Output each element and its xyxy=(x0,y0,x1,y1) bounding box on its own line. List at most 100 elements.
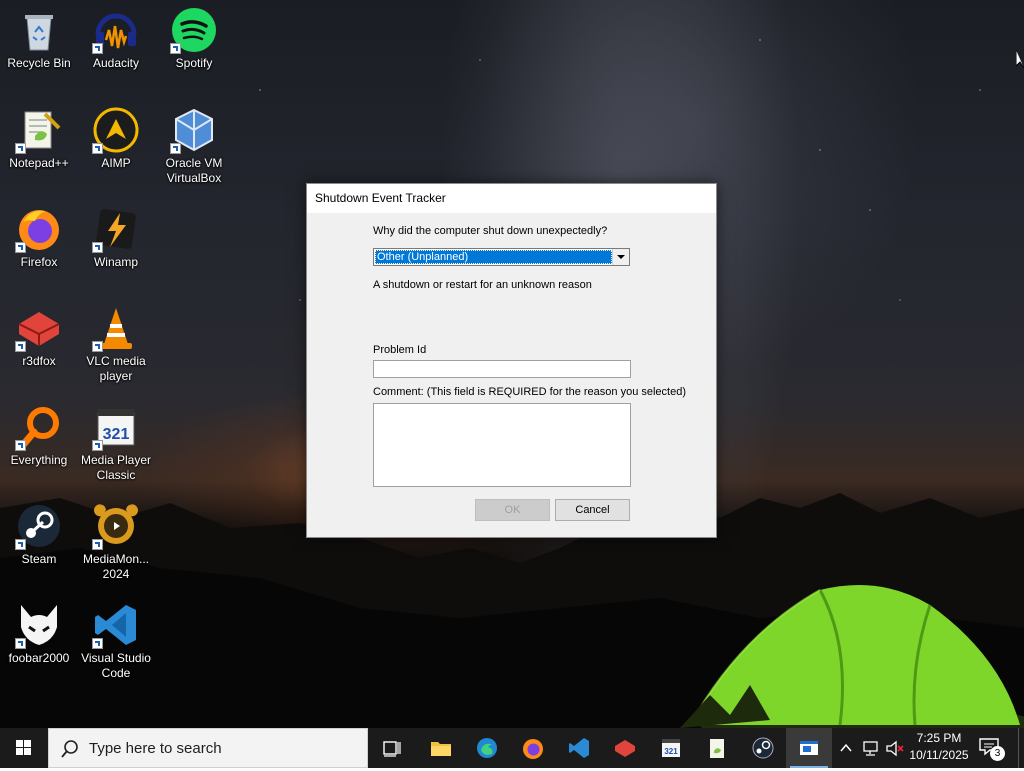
taskbar-vscode[interactable] xyxy=(556,728,602,768)
recycle-bin-icon xyxy=(15,6,63,54)
spotify-icon xyxy=(170,6,218,54)
clock-date: 10/11/2025 xyxy=(909,748,969,762)
taskbar-shutdown-event-tracker[interactable] xyxy=(786,728,832,768)
shortcut-arrow-icon xyxy=(15,341,26,352)
media-player-classic-icon: 321 xyxy=(662,739,680,757)
desktop-icon-spotify[interactable]: Spotify xyxy=(156,6,232,71)
taskbar-search-box[interactable]: Type here to search xyxy=(48,728,368,768)
everything-icon xyxy=(15,403,63,451)
shortcut-arrow-icon xyxy=(92,638,103,649)
reason-description: A shutdown or restart for an unknown rea… xyxy=(373,279,592,291)
desktop-icon-label: Oracle VM VirtualBox xyxy=(165,156,223,185)
desktop-icon-label: foobar2000 xyxy=(8,651,70,665)
audacity-icon xyxy=(92,6,140,54)
cancel-button[interactable]: Cancel xyxy=(555,499,630,521)
desktop-icon-firefox[interactable]: Firefox xyxy=(1,205,77,270)
desktop-icon-mpc[interactable]: 321 Media Player Classic xyxy=(78,403,154,483)
edge-icon xyxy=(477,738,497,758)
taskbar: Type here to search 321 7:25 PM 10/11/20… xyxy=(0,728,1024,768)
shortcut-arrow-icon xyxy=(15,440,26,451)
desktop-icon-r3dfox[interactable]: r3dfox xyxy=(1,304,77,369)
virtualbox-icon xyxy=(170,106,218,154)
desktop-icon-label: Firefox xyxy=(20,255,58,269)
desktop-icon-label: Spotify xyxy=(175,56,213,70)
desktop-icon-label: Steam xyxy=(21,552,57,566)
svg-text:321: 321 xyxy=(664,747,678,756)
shortcut-arrow-icon xyxy=(15,242,26,253)
taskbar-r3dfox[interactable] xyxy=(602,728,648,768)
notification-badge: 3 xyxy=(990,746,1005,761)
vscode-icon xyxy=(569,738,589,758)
notepadpp-icon xyxy=(710,739,724,758)
desktop-icon-label: Visual Studio Code xyxy=(81,651,151,680)
reason-question-label: Why did the computer shut down unexpecte… xyxy=(373,225,608,237)
taskbar-task-view[interactable] xyxy=(369,728,415,768)
show-desktop-button[interactable] xyxy=(1018,728,1019,768)
mouse-cursor-icon xyxy=(1016,50,1024,68)
mediamonkey-icon xyxy=(92,502,140,550)
taskbar-file-explorer[interactable] xyxy=(418,728,464,768)
shortcut-arrow-icon xyxy=(170,43,181,54)
shutdown-event-tracker-dialog: Shutdown Event Tracker Why did the compu… xyxy=(306,183,717,538)
firefox-icon xyxy=(15,205,63,253)
shortcut-arrow-icon xyxy=(92,341,103,352)
taskbar-steam[interactable] xyxy=(740,728,786,768)
comment-textarea[interactable] xyxy=(373,403,631,487)
winamp-icon xyxy=(92,205,140,253)
desktop-icon-label: MediaMon... 2024 xyxy=(82,552,150,581)
desktop-icon-label: Winamp xyxy=(93,255,138,269)
network-icon[interactable] xyxy=(862,739,880,757)
volume-muted-icon[interactable] xyxy=(885,739,905,757)
taskbar-notepadpp[interactable] xyxy=(694,728,740,768)
taskbar-media-player-classic[interactable]: 321 xyxy=(648,728,694,768)
shortcut-arrow-icon xyxy=(92,242,103,253)
shortcut-arrow-icon xyxy=(170,143,181,154)
windows-logo-icon xyxy=(16,740,31,755)
reason-selected-value: Other (Unplanned) xyxy=(375,250,612,264)
desktop-icon-everything[interactable]: Everything xyxy=(1,403,77,468)
desktop-icon-label: Audacity xyxy=(92,56,140,70)
chevron-down-icon[interactable] xyxy=(612,249,629,265)
steam-icon xyxy=(15,502,63,550)
comment-label: Comment: (This field is REQUIRED for the… xyxy=(373,386,687,398)
desktop-icon-virtualbox[interactable]: Oracle VM VirtualBox xyxy=(156,106,232,186)
problem-id-label: Problem Id xyxy=(373,344,427,356)
r3dfox-icon xyxy=(15,304,63,352)
dialog-title[interactable]: Shutdown Event Tracker xyxy=(307,184,716,213)
desktop-icon-label: Notepad++ xyxy=(9,156,69,170)
desktop-icon-vscode[interactable]: Visual Studio Code xyxy=(78,601,154,681)
vscode-icon xyxy=(92,601,140,649)
chevron-up-icon[interactable] xyxy=(838,740,854,756)
notification-center-button[interactable]: 3 xyxy=(978,736,1006,761)
desktop-icon-winamp[interactable]: Winamp xyxy=(78,205,154,270)
svg-text:321: 321 xyxy=(103,426,130,443)
taskbar-edge[interactable] xyxy=(464,728,510,768)
problem-id-field[interactable] xyxy=(373,360,631,378)
reason-dropdown[interactable]: Other (Unplanned) xyxy=(373,248,630,266)
shortcut-arrow-icon xyxy=(15,638,26,649)
taskbar-firefox[interactable] xyxy=(510,728,556,768)
task-view-icon xyxy=(383,741,401,757)
shortcut-arrow-icon xyxy=(15,539,26,550)
desktop-icon-label: Everything xyxy=(10,453,68,467)
desktop-icon-audacity[interactable]: Audacity xyxy=(78,6,154,71)
media-player-classic-icon: 321 xyxy=(92,403,140,451)
start-button[interactable] xyxy=(0,728,48,768)
vlc-icon xyxy=(92,304,140,352)
ok-button[interactable]: OK xyxy=(475,499,550,521)
desktop-icon-mediamonkey[interactable]: MediaMon... 2024 xyxy=(78,502,154,582)
clock[interactable]: 7:25 PM 10/11/2025 xyxy=(906,731,972,762)
desktop-icon-label: Media Player Classic xyxy=(80,453,152,482)
desktop-icon-aimp[interactable]: AIMP xyxy=(78,106,154,171)
shortcut-arrow-icon xyxy=(92,143,103,154)
desktop-icon-label: r3dfox xyxy=(22,354,56,368)
desktop-icon-notepadpp[interactable]: Notepad++ xyxy=(1,106,77,171)
shortcut-arrow-icon xyxy=(15,143,26,154)
shortcut-arrow-icon xyxy=(92,440,103,451)
desktop-icon-recycle-bin[interactable]: Recycle Bin xyxy=(1,6,77,71)
tent-illustration xyxy=(680,585,1024,728)
desktop-icon-vlc[interactable]: VLC media player xyxy=(78,304,154,384)
search-placeholder: Type here to search xyxy=(89,740,222,757)
desktop-icon-foobar[interactable]: foobar2000 xyxy=(1,601,77,666)
desktop-icon-steam[interactable]: Steam xyxy=(1,502,77,567)
